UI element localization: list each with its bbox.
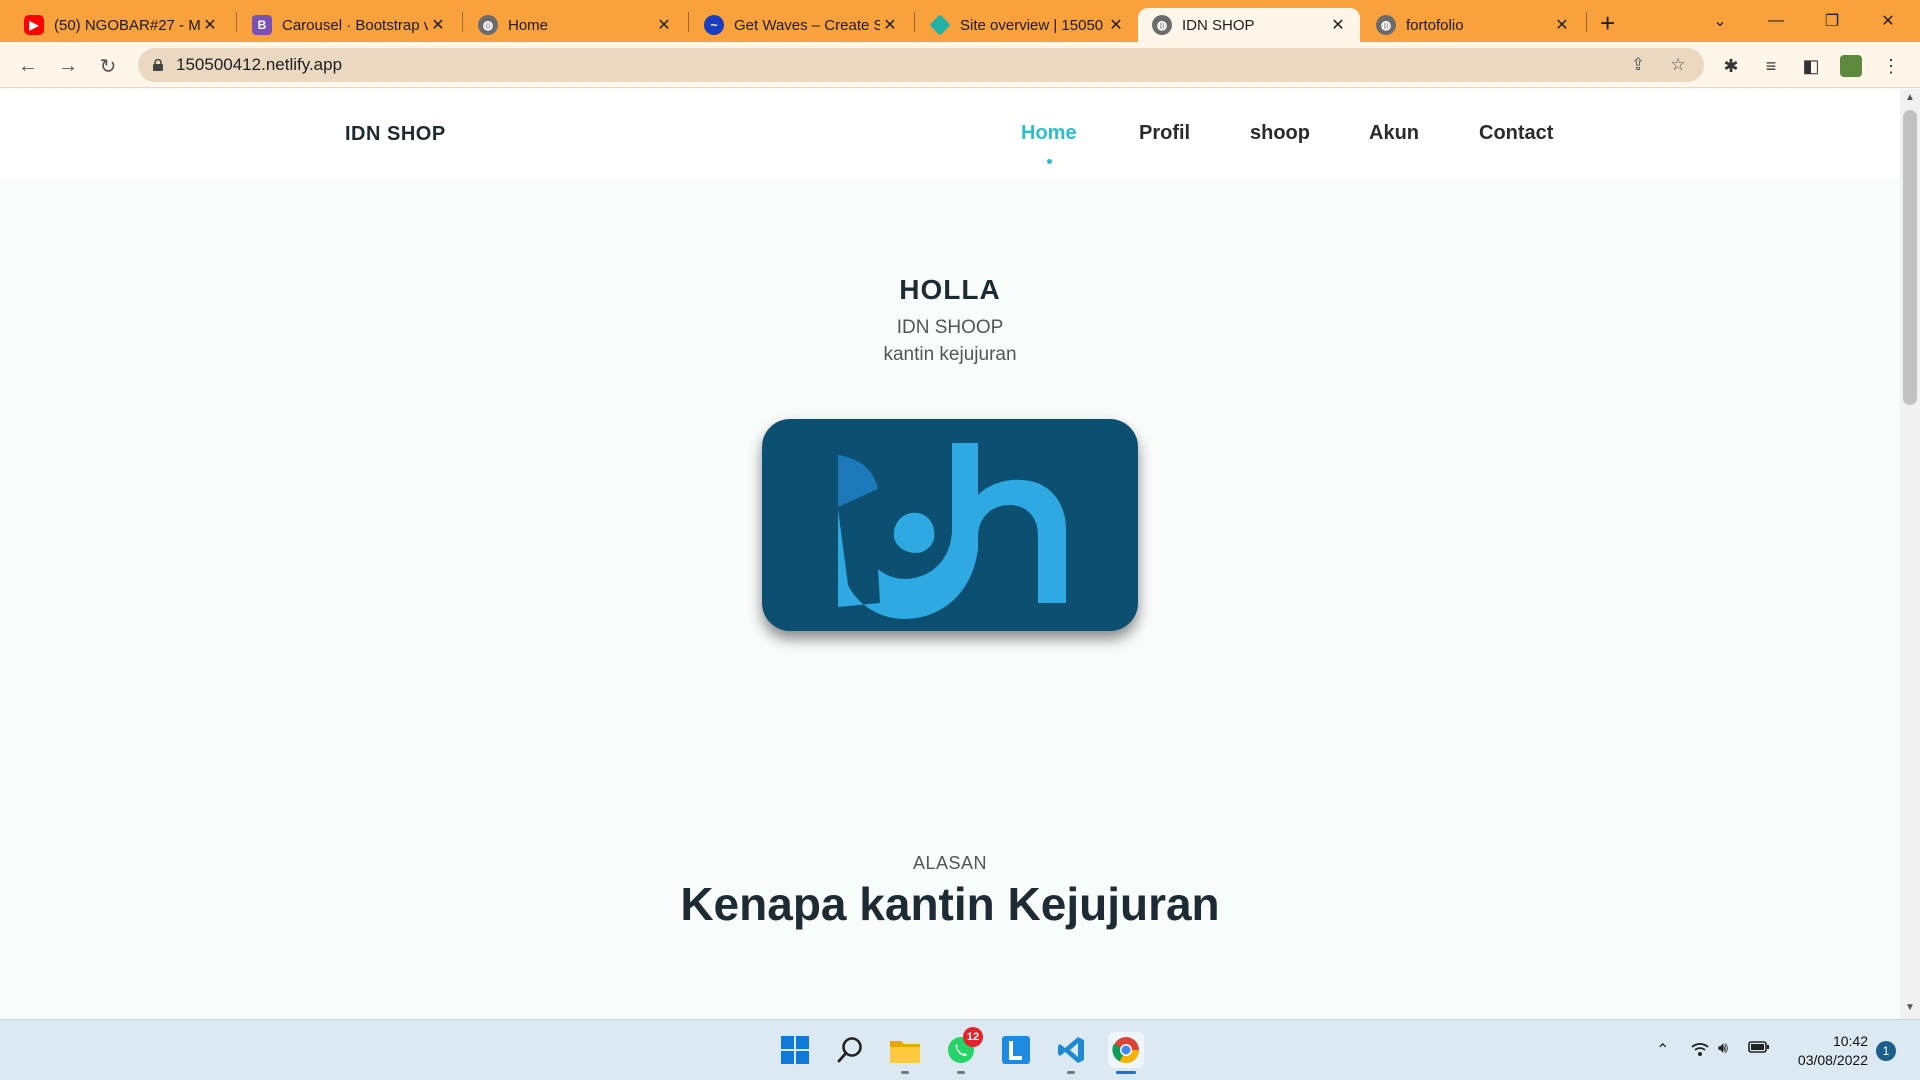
battery-icon[interactable] <box>1748 1040 1770 1059</box>
side-panel-icon[interactable]: ◧ <box>1800 55 1822 77</box>
address-bar[interactable]: 150500412.netlify.app ⇪ ☆ <box>138 48 1704 82</box>
scroll-down-icon[interactable]: ▼ <box>1903 1002 1917 1016</box>
clock-date: 03/08/2022 <box>1797 1052 1868 1068</box>
tab-search-icon[interactable]: ⌄ <box>1692 0 1748 42</box>
close-icon[interactable]: ✕ <box>1106 15 1126 35</box>
nav-shoop[interactable]: shoop <box>1250 122 1310 145</box>
tab-fortofolio[interactable]: ◍ fortofolio ✕ <box>1362 8 1584 42</box>
browser-menu-icon[interactable]: ⋮ <box>1880 55 1902 77</box>
running-indicator <box>901 1071 909 1074</box>
tab-home[interactable]: ◍ Home ✕ <box>464 8 686 42</box>
netlify-icon <box>929 14 951 36</box>
tab-idn-shop[interactable]: ◍ IDN SHOP ✕ <box>1138 8 1360 42</box>
tab-title: fortofolio <box>1406 16 1464 34</box>
hero-title: HOLLA <box>899 274 1001 305</box>
profile-avatar[interactable] <box>1840 55 1862 77</box>
nav-akun[interactable]: Akun <box>1369 122 1419 145</box>
tab-title: Get Waves – Create S <box>734 16 880 34</box>
section-title: Kenapa kantin Kejujuran <box>680 878 1220 930</box>
close-icon[interactable]: ✕ <box>880 15 900 35</box>
url-text: 150500412.netlify.app <box>176 55 343 74</box>
globe-icon: ◍ <box>478 15 498 35</box>
close-icon[interactable]: ✕ <box>200 15 220 35</box>
hero-tagline: kantin kejujuran <box>883 344 1017 365</box>
extensions-icon[interactable]: ✱ <box>1720 55 1742 77</box>
close-icon[interactable]: ✕ <box>654 15 674 35</box>
share-icon[interactable]: ⇪ <box>1628 55 1648 75</box>
scrollbar-thumb[interactable] <box>1903 110 1917 405</box>
nav-profil[interactable]: Profil <box>1139 122 1190 145</box>
tab-divider <box>462 12 463 32</box>
l-app-icon[interactable] <box>998 1032 1034 1068</box>
windows-taskbar: 12 ⌃ 🔊︎ 10:42 03/08/2022 1 <box>0 1019 1920 1080</box>
scroll-up-icon[interactable]: ▲ <box>1903 92 1917 106</box>
windows-start-icon[interactable] <box>777 1032 813 1068</box>
clock-time: 10:42 <box>1832 1033 1868 1049</box>
web-page: IDN SHOP Home Profil shoop Akun Contact … <box>0 89 1900 1019</box>
tab-youtube[interactable]: ▶ (50) NGOBAR#27 - M ✕ <box>10 8 232 42</box>
chrome-icon[interactable] <box>1108 1032 1144 1068</box>
restore-icon[interactable]: ❐ <box>1804 0 1860 42</box>
globe-icon: ◍ <box>1152 15 1172 35</box>
tab-netlify[interactable]: Site overview | 15050 ✕ <box>916 8 1138 42</box>
tab-title: Site overview | 15050 <box>960 16 1104 34</box>
tab-divider <box>914 12 915 32</box>
reload-icon[interactable]: ↻ <box>94 52 122 80</box>
active-app-indicator <box>1116 1071 1136 1074</box>
file-explorer-icon[interactable] <box>887 1032 923 1068</box>
bootstrap-icon: B <box>252 15 272 35</box>
minimize-icon[interactable]: — <box>1748 0 1804 42</box>
media-queue-icon[interactable]: ≡ <box>1760 55 1782 77</box>
running-indicator <box>1067 1071 1075 1074</box>
section-kicker: ALASAN <box>912 853 988 873</box>
whatsapp-badge: 12 <box>963 1027 983 1047</box>
volume-icon[interactable]: 🔊︎ <box>1718 1040 1728 1058</box>
nav-home[interactable]: Home <box>1021 122 1077 145</box>
site-brand[interactable]: IDN SHOP <box>345 123 446 146</box>
close-icon[interactable]: ✕ <box>428 15 448 35</box>
wifi-icon[interactable] <box>1690 1040 1710 1063</box>
idn-logo <box>762 419 1138 631</box>
browser-toolbar: ← → ↻ 150500412.netlify.app ⇪ ☆ ✱ ≡ ◧ ⋮ <box>0 42 1920 88</box>
running-indicator <box>957 1071 965 1074</box>
nav-contact[interactable]: Contact <box>1479 122 1553 145</box>
tab-title: IDN SHOP <box>1182 16 1255 34</box>
tab-bootstrap[interactable]: B Carousel · Bootstrap v ✕ <box>238 8 460 42</box>
chevron-up-icon[interactable]: ⌃ <box>1656 1040 1669 1060</box>
search-icon[interactable] <box>832 1032 868 1068</box>
tab-title: Carousel · Bootstrap v <box>282 16 428 34</box>
forward-icon[interactable]: → <box>54 52 82 80</box>
tab-divider <box>688 12 689 32</box>
vscode-icon[interactable] <box>1053 1032 1089 1068</box>
waves-icon: ~ <box>704 15 724 35</box>
youtube-icon: ▶ <box>24 15 44 35</box>
hero-subtitle: IDN SHOOP <box>896 317 1004 338</box>
idn-logo-mark <box>838 443 1066 619</box>
tab-get-waves[interactable]: ~ Get Waves – Create S ✕ <box>690 8 912 42</box>
notification-badge[interactable]: 1 <box>1876 1041 1896 1061</box>
bookmark-star-icon[interactable]: ☆ <box>1668 55 1688 75</box>
close-window-icon[interactable]: ✕ <box>1860 0 1916 42</box>
tab-title: Home <box>508 16 549 34</box>
tab-divider <box>236 12 237 32</box>
back-icon[interactable]: ← <box>14 52 42 80</box>
tab-title: (50) NGOBAR#27 - M <box>54 16 200 34</box>
system-clock[interactable]: 10:42 03/08/2022 <box>1780 1032 1868 1070</box>
close-icon[interactable]: ✕ <box>1552 15 1572 35</box>
site-header: IDN SHOP Home Profil shoop Akun Contact <box>0 89 1900 179</box>
globe-icon: ◍ <box>1376 15 1396 35</box>
browser-tab-bar: ▶ (50) NGOBAR#27 - M ✕ B Carousel · Boot… <box>0 0 1920 42</box>
new-tab-icon[interactable]: + <box>1600 8 1615 39</box>
close-icon[interactable]: ✕ <box>1328 15 1348 35</box>
active-nav-indicator <box>1047 159 1052 164</box>
tab-divider <box>1586 12 1587 32</box>
lock-icon <box>153 59 163 71</box>
